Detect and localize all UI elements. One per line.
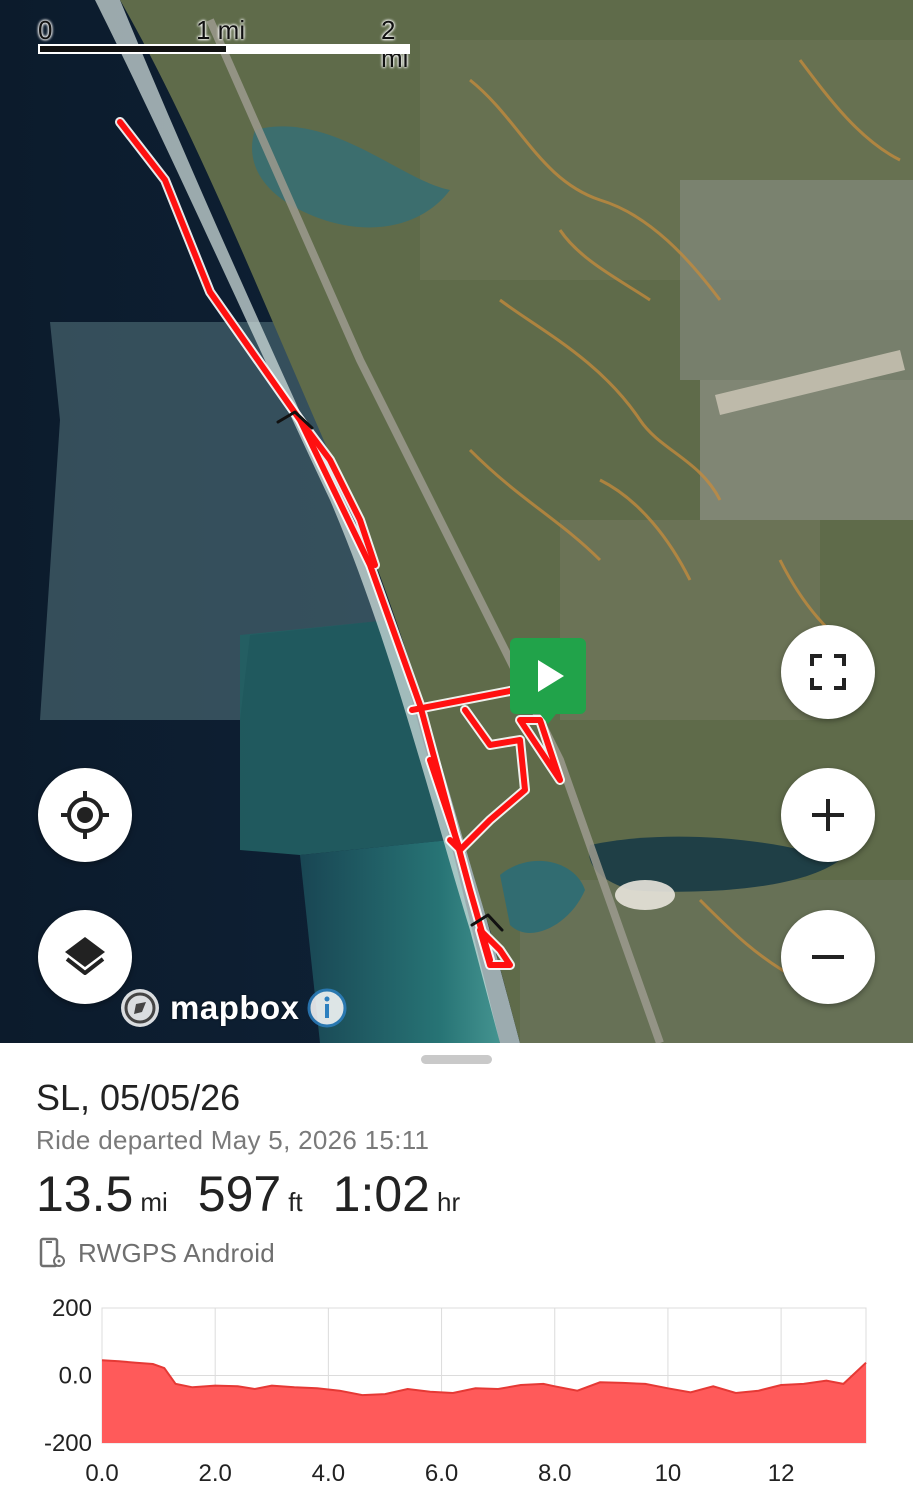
plus-icon [812, 799, 844, 831]
locate-button[interactable] [38, 768, 132, 862]
minus-icon [812, 955, 844, 959]
scale-label-1mi: 1 mi [196, 15, 246, 45]
map-view[interactable]: 0 1 mi 2 mi mapbox [0, 0, 913, 1043]
ride-details-sheet[interactable]: SL, 05/05/26 Ride departed May 5, 2026 1… [0, 1043, 913, 1500]
device-label: RWGPS Android [78, 1237, 276, 1268]
fullscreen-button[interactable] [781, 625, 875, 719]
x-tick-label: 4.0 [312, 1460, 345, 1487]
zoom-in-button[interactable] [781, 768, 875, 862]
distance-value: 13.5 [36, 1166, 134, 1222]
zoom-out-button[interactable] [781, 910, 875, 1004]
x-tick-label: 8.0 [538, 1460, 571, 1487]
x-tick-label: 6.0 [425, 1460, 458, 1487]
layers-icon [65, 937, 105, 975]
duration-unit: hr [436, 1187, 461, 1217]
x-tick-label: 0.0 [85, 1460, 118, 1487]
scale-label-0: 0 [38, 15, 53, 45]
start-marker[interactable] [510, 638, 586, 726]
elevation-value: 597 [197, 1166, 282, 1222]
sheet-drag-handle[interactable] [421, 1055, 492, 1064]
y-tick-label: 0.0 [59, 1363, 92, 1390]
mapbox-attribution: mapbox [118, 986, 348, 1030]
distance-unit: mi [140, 1187, 168, 1217]
duration-value: 1:02 [332, 1166, 430, 1222]
x-tick-label: 10 [655, 1460, 682, 1487]
y-tick-label: -200 [44, 1430, 92, 1457]
scale-bar-line [38, 44, 410, 54]
x-tick-label: 2.0 [198, 1460, 231, 1487]
ride-subtitle: Ride departed May 5, 2026 15:11 [36, 1125, 430, 1155]
ride-stats: 13.5 mi 597 ft 1:02 hr [36, 1165, 490, 1223]
mapbox-wordmark: mapbox [170, 989, 300, 1026]
elevation-chart[interactable]: 200 0.0 -200 0.0 2.0 4.0 6.0 8.0 10 12 [0, 1283, 913, 1500]
fullscreen-icon [810, 654, 846, 690]
mapbox-logo-icon [121, 989, 159, 1027]
y-tick-label: 200 [52, 1295, 92, 1322]
elevation-area [102, 1360, 866, 1443]
gps-locate-icon [61, 791, 109, 839]
scale-bar: 0 1 mi 2 mi [38, 15, 414, 72]
ride-title: SL, 05/05/26 [36, 1077, 241, 1118]
info-icon[interactable] [306, 987, 348, 1029]
device-info: RWGPS Android [38, 1237, 275, 1269]
x-tick-label: 12 [768, 1460, 795, 1487]
route-line [115, 117, 565, 970]
elevation-unit: ft [288, 1187, 303, 1217]
phone-device-icon [39, 1237, 65, 1268]
